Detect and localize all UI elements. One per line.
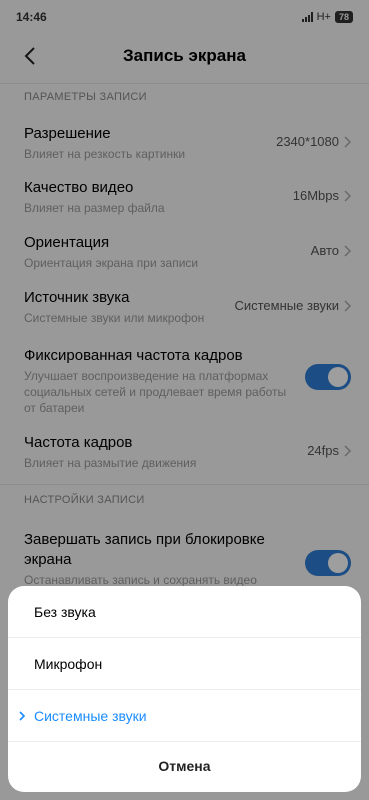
sheet-option-label: Микрофон xyxy=(34,655,103,672)
chevron-right-icon xyxy=(19,710,26,721)
sheet-option-system-sounds[interactable]: Системные звуки xyxy=(8,690,361,741)
sheet-option-microphone[interactable]: Микрофон xyxy=(8,638,361,689)
cancel-button[interactable]: Отмена xyxy=(8,740,361,792)
sheet-option-label: Без звука xyxy=(34,603,96,620)
sheet-option-label: Системные звуки xyxy=(34,707,147,724)
sound-source-sheet: Без звука Микрофон Системные звуки Отмен… xyxy=(8,586,361,792)
sheet-option-no-sound[interactable]: Без звука xyxy=(8,586,361,637)
